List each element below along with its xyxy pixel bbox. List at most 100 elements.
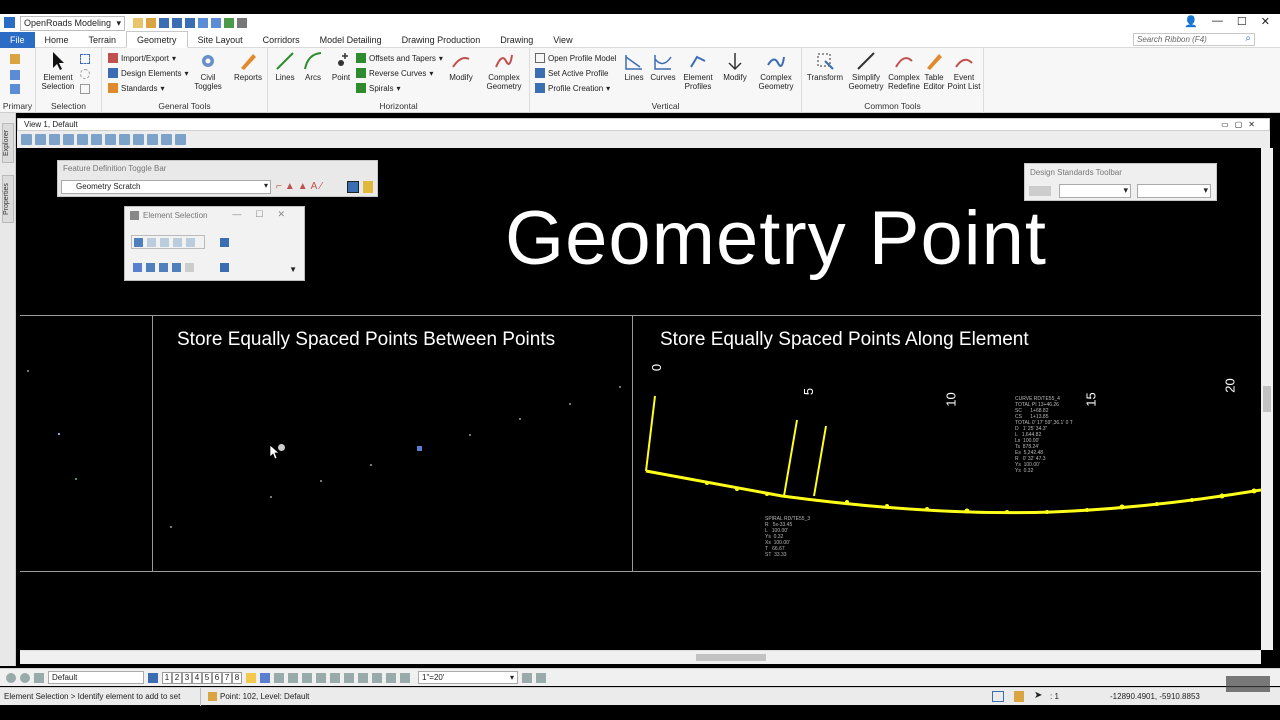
view-button[interactable]: 3	[182, 671, 192, 684]
point-marker-highlight[interactable]	[417, 446, 422, 451]
point-marker[interactable]	[58, 433, 60, 435]
tab-drawing-production[interactable]: Drawing Production	[392, 32, 491, 48]
invert-icon[interactable]	[172, 263, 181, 272]
element-selection-button[interactable]: Element Selection	[40, 51, 76, 91]
view-button[interactable]: 1	[162, 671, 172, 684]
design-elements-button[interactable]: Design Elements ▾	[108, 68, 189, 78]
tab-corridors[interactable]: Corridors	[253, 32, 310, 48]
simplify-geometry-button[interactable]: Simplify Geometry	[846, 51, 886, 91]
point-marker[interactable]	[75, 478, 77, 480]
tab-drawing[interactable]: Drawing	[490, 32, 543, 48]
expand-dialog-icon[interactable]: ▼	[289, 265, 297, 274]
offsets-tapers-button[interactable]: Offsets and Tapers ▾	[356, 53, 443, 63]
display-style-icon[interactable]	[35, 134, 46, 145]
properties-tab[interactable]: Properties	[2, 175, 14, 223]
redo-icon[interactable]	[211, 18, 221, 28]
point-marker[interactable]	[170, 526, 172, 528]
tab-geometry[interactable]: Geometry	[126, 31, 188, 48]
point-marker[interactable]	[270, 496, 272, 498]
alignment-line[interactable]	[645, 469, 1261, 515]
accudraw-icon[interactable]	[246, 672, 256, 683]
fit-view-icon[interactable]	[49, 134, 60, 145]
compress-icon[interactable]	[185, 18, 195, 28]
alignment-graphic[interactable]	[632, 388, 1261, 518]
previous-view-icon[interactable]	[133, 134, 144, 145]
annotation-scale-select[interactable]: 1"=20' ▾	[418, 671, 518, 684]
design-standard-select-2[interactable]: ▾	[1137, 184, 1211, 198]
horizontal-scrollbar[interactable]	[20, 650, 1261, 664]
tab-site-layout[interactable]: Site Layout	[188, 32, 253, 48]
attach-tools-icon[interactable]	[10, 84, 20, 94]
search-ribbon-input[interactable]: Search Ribbon (F4)	[1133, 33, 1255, 46]
snap-intersection-icon[interactable]	[330, 672, 340, 683]
feature-definition-select[interactable]: Geometry Scratch ▾	[61, 180, 271, 194]
civil-toggles-button[interactable]: Civil Toggles	[190, 51, 226, 91]
vertical-complex-geometry-button[interactable]: Complex Geometry	[754, 51, 798, 91]
maximize-icon[interactable]: ☐	[1237, 15, 1247, 28]
horizontal-complex-geometry-button[interactable]: Complex Geometry	[482, 51, 526, 91]
spirals-button[interactable]: Spirals ▾	[356, 83, 400, 93]
model-icon[interactable]	[34, 672, 44, 683]
pin-icon[interactable]	[224, 18, 234, 28]
clear-mode-icon[interactable]	[185, 263, 194, 272]
active-level-select[interactable]: Default	[48, 671, 144, 684]
point-marker[interactable]	[469, 434, 471, 436]
snap-mode-icon[interactable]	[992, 691, 1004, 702]
standards-button[interactable]: Standards ▾	[108, 83, 164, 93]
horizontal-scroll-thumb[interactable]	[696, 654, 766, 661]
view-groups-icon[interactable]	[6, 672, 16, 683]
snap-midpoint-icon[interactable]	[386, 672, 396, 683]
vertical-modify-button[interactable]: Modify	[720, 51, 750, 82]
tab-file[interactable]: File	[0, 31, 35, 48]
line-select-icon[interactable]	[186, 238, 195, 247]
tab-home[interactable]: Home	[35, 32, 79, 48]
transform-button[interactable]: Transform	[806, 51, 844, 82]
view-button[interactable]: 2	[172, 671, 182, 684]
complex-redefine-button[interactable]: Complex Redefine	[886, 51, 922, 91]
minimize-icon[interactable]: —	[1212, 15, 1223, 28]
lock-icon[interactable]	[1014, 691, 1024, 702]
arcs-button[interactable]: Arcs	[300, 51, 326, 82]
view-button[interactable]: 8	[232, 671, 242, 684]
view-button[interactable]: 6	[212, 671, 222, 684]
save-settings-icon[interactable]	[172, 18, 182, 28]
snap-origin-icon[interactable]	[316, 672, 326, 683]
snap-keypoint-icon[interactable]	[274, 672, 284, 683]
circle-select-icon[interactable]	[173, 238, 182, 247]
point-button[interactable]: Point	[328, 51, 354, 82]
snap-nearest-icon[interactable]	[288, 672, 298, 683]
horizontal-lines-button[interactable]: Lines	[272, 51, 298, 82]
new-file-icon[interactable]	[133, 18, 143, 28]
annotation-scale-icon[interactable]	[400, 672, 410, 683]
rotate-view-icon[interactable]	[119, 134, 130, 145]
pan-view-icon[interactable]	[105, 134, 116, 145]
snap-icon[interactable]	[260, 672, 270, 683]
use-active-feature-icon[interactable]	[347, 181, 359, 193]
zoom-out-icon[interactable]	[77, 134, 88, 145]
zoom-in-icon[interactable]	[63, 134, 74, 145]
reverse-curves-button[interactable]: Reverse Curves ▾	[356, 68, 433, 78]
design-standards-icons[interactable]	[1029, 186, 1051, 196]
window-area-icon[interactable]	[91, 134, 102, 145]
table-editor-button[interactable]: Table Editor	[920, 51, 948, 91]
view-window-controls[interactable]: ▭▢✕	[1221, 119, 1261, 130]
snap-parallel-icon[interactable]	[372, 672, 382, 683]
add-icon[interactable]	[146, 263, 155, 272]
element-profiles-button[interactable]: Element Profiles	[680, 51, 716, 91]
drawing-canvas[interactable]: Geometry Point Store Equally Spaced Poin…	[20, 148, 1261, 650]
vertical-scroll-thumb[interactable]	[1263, 386, 1271, 412]
select-circle-icon[interactable]	[80, 69, 90, 79]
shape-icon[interactable]	[160, 238, 169, 247]
properties-icon[interactable]	[10, 70, 20, 80]
vertical-lines-button[interactable]: Lines	[622, 51, 646, 82]
undo-icon[interactable]	[198, 18, 208, 28]
select-all-mode-icon[interactable]	[220, 263, 229, 272]
profile-creation-button[interactable]: Profile Creation ▾	[535, 83, 610, 93]
explorer-tab[interactable]: Explorer	[2, 123, 14, 163]
open-folder-icon[interactable]	[146, 18, 156, 28]
point-marker[interactable]	[320, 480, 322, 482]
tab-terrain[interactable]: Terrain	[79, 32, 127, 48]
explorer-icon[interactable]	[10, 54, 20, 64]
select-none-icon[interactable]	[80, 84, 90, 94]
reports-button[interactable]: Reports	[230, 51, 266, 82]
